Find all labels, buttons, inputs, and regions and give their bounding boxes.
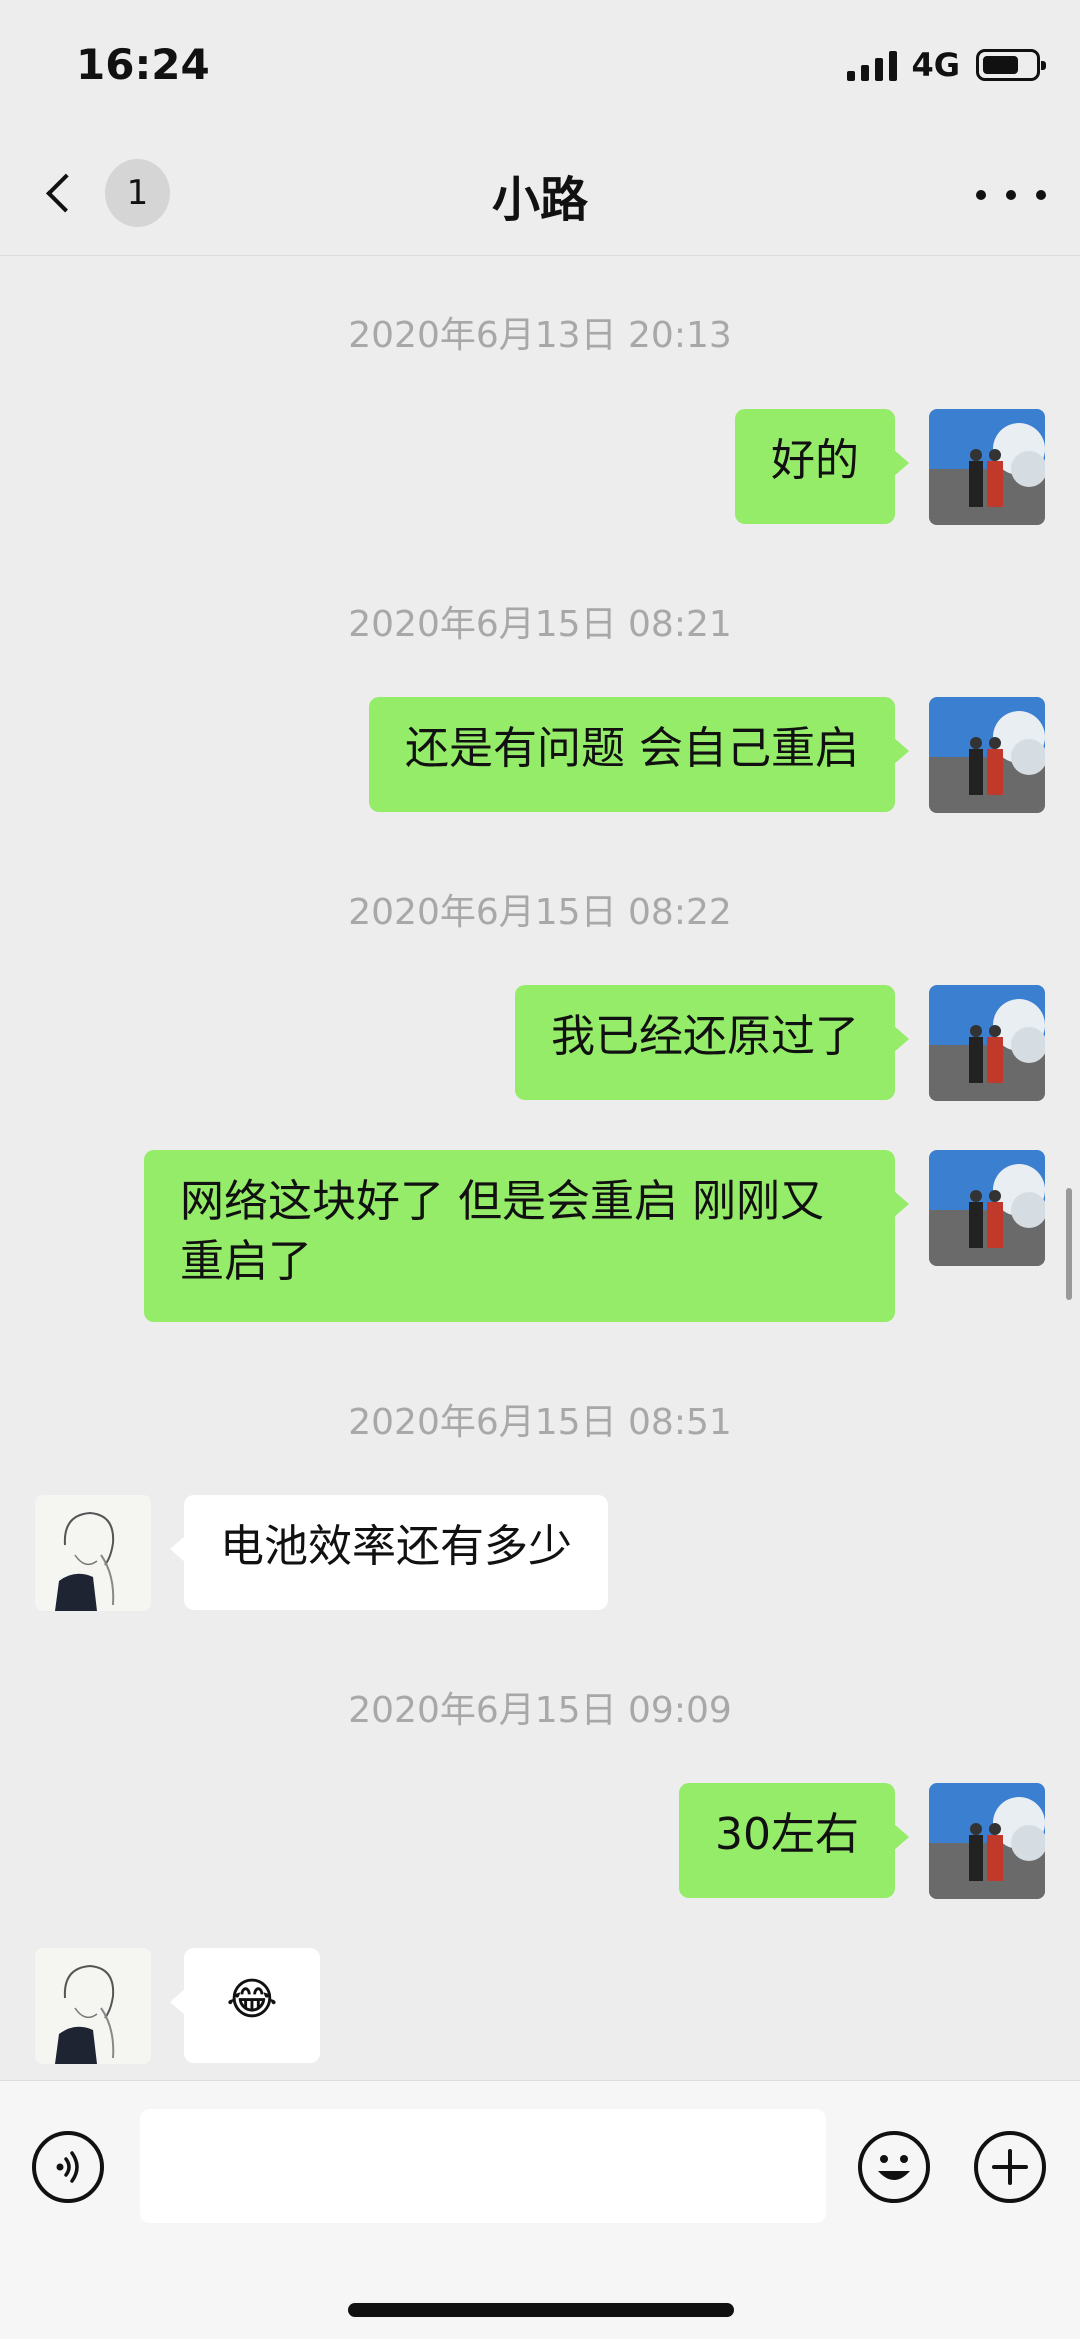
avatar-self[interactable] [929,1150,1045,1266]
message-bubble-self[interactable]: 网络这块好了 但是会重启 刚刚又重启了 [144,1150,909,1322]
avatar-image [929,697,1045,813]
voice-icon [56,2151,79,2183]
home-indicator[interactable] [348,2303,734,2317]
message-bubble-self[interactable]: 我已经还原过了 [515,985,909,1100]
timestamp: 2020年6月13日 20:13 [348,315,732,356]
chat-screen: 16:24 4G 1 小路 2020年6月13日 20:13 好的 2020年6… [0,0,1080,2339]
emoji-button[interactable] [858,2131,930,2203]
avatar-image [929,409,1045,525]
message-bubble-self[interactable]: 30左右 [679,1783,909,1898]
ellipsis-dot [1036,190,1046,200]
battery-tip [1041,61,1046,70]
status-icons: 4G [847,46,1046,84]
plus-icon [992,2149,1028,2185]
scroll-indicator[interactable] [1066,1188,1072,1300]
plus-button[interactable] [974,2131,1046,2203]
avatar-self[interactable] [929,409,1045,525]
avatar-other[interactable] [35,1495,151,1611]
message-bubble-other[interactable]: 😂 [170,1948,320,2063]
timestamp: 2020年6月15日 08:51 [348,1402,732,1443]
avatar-other[interactable] [35,1948,151,2064]
avatar-self[interactable] [929,1783,1045,1899]
timestamp: 2020年6月15日 09:09 [348,1690,732,1731]
battery-level [983,56,1018,74]
timestamp: 2020年6月15日 08:21 [348,604,732,645]
ellipsis-dot [976,190,986,200]
status-bar: 16:24 4G [0,0,1080,130]
ellipsis-dot [1006,190,1016,200]
battery-icon [976,49,1046,81]
voice-button[interactable] [32,2131,104,2203]
timestamp: 2020年6月15日 08:22 [348,892,732,933]
input-bar [0,2080,1080,2339]
status-time: 16:24 [76,40,210,89]
avatar-image [929,985,1045,1101]
avatar-image [929,1150,1045,1266]
chat-title: 小路 [491,172,588,228]
network-label: 4G [911,46,960,84]
message-input[interactable] [140,2109,826,2223]
message-bubble-self[interactable]: 还是有问题 会自己重启 [369,697,909,812]
avatar-image [35,1495,151,1611]
smiley-icon [878,2155,910,2180]
avatar-self[interactable] [929,697,1045,813]
message-bubble-self[interactable]: 好的 [735,409,909,524]
avatar-self[interactable] [929,985,1045,1101]
nav-bar: 1 小路 [0,130,1080,256]
message-bubble-other[interactable]: 电池效率还有多少 [170,1495,608,1610]
avatar-image [929,1783,1045,1899]
signal-icon [847,49,898,81]
more-button[interactable] [976,170,1046,220]
avatar-image [35,1948,151,2064]
